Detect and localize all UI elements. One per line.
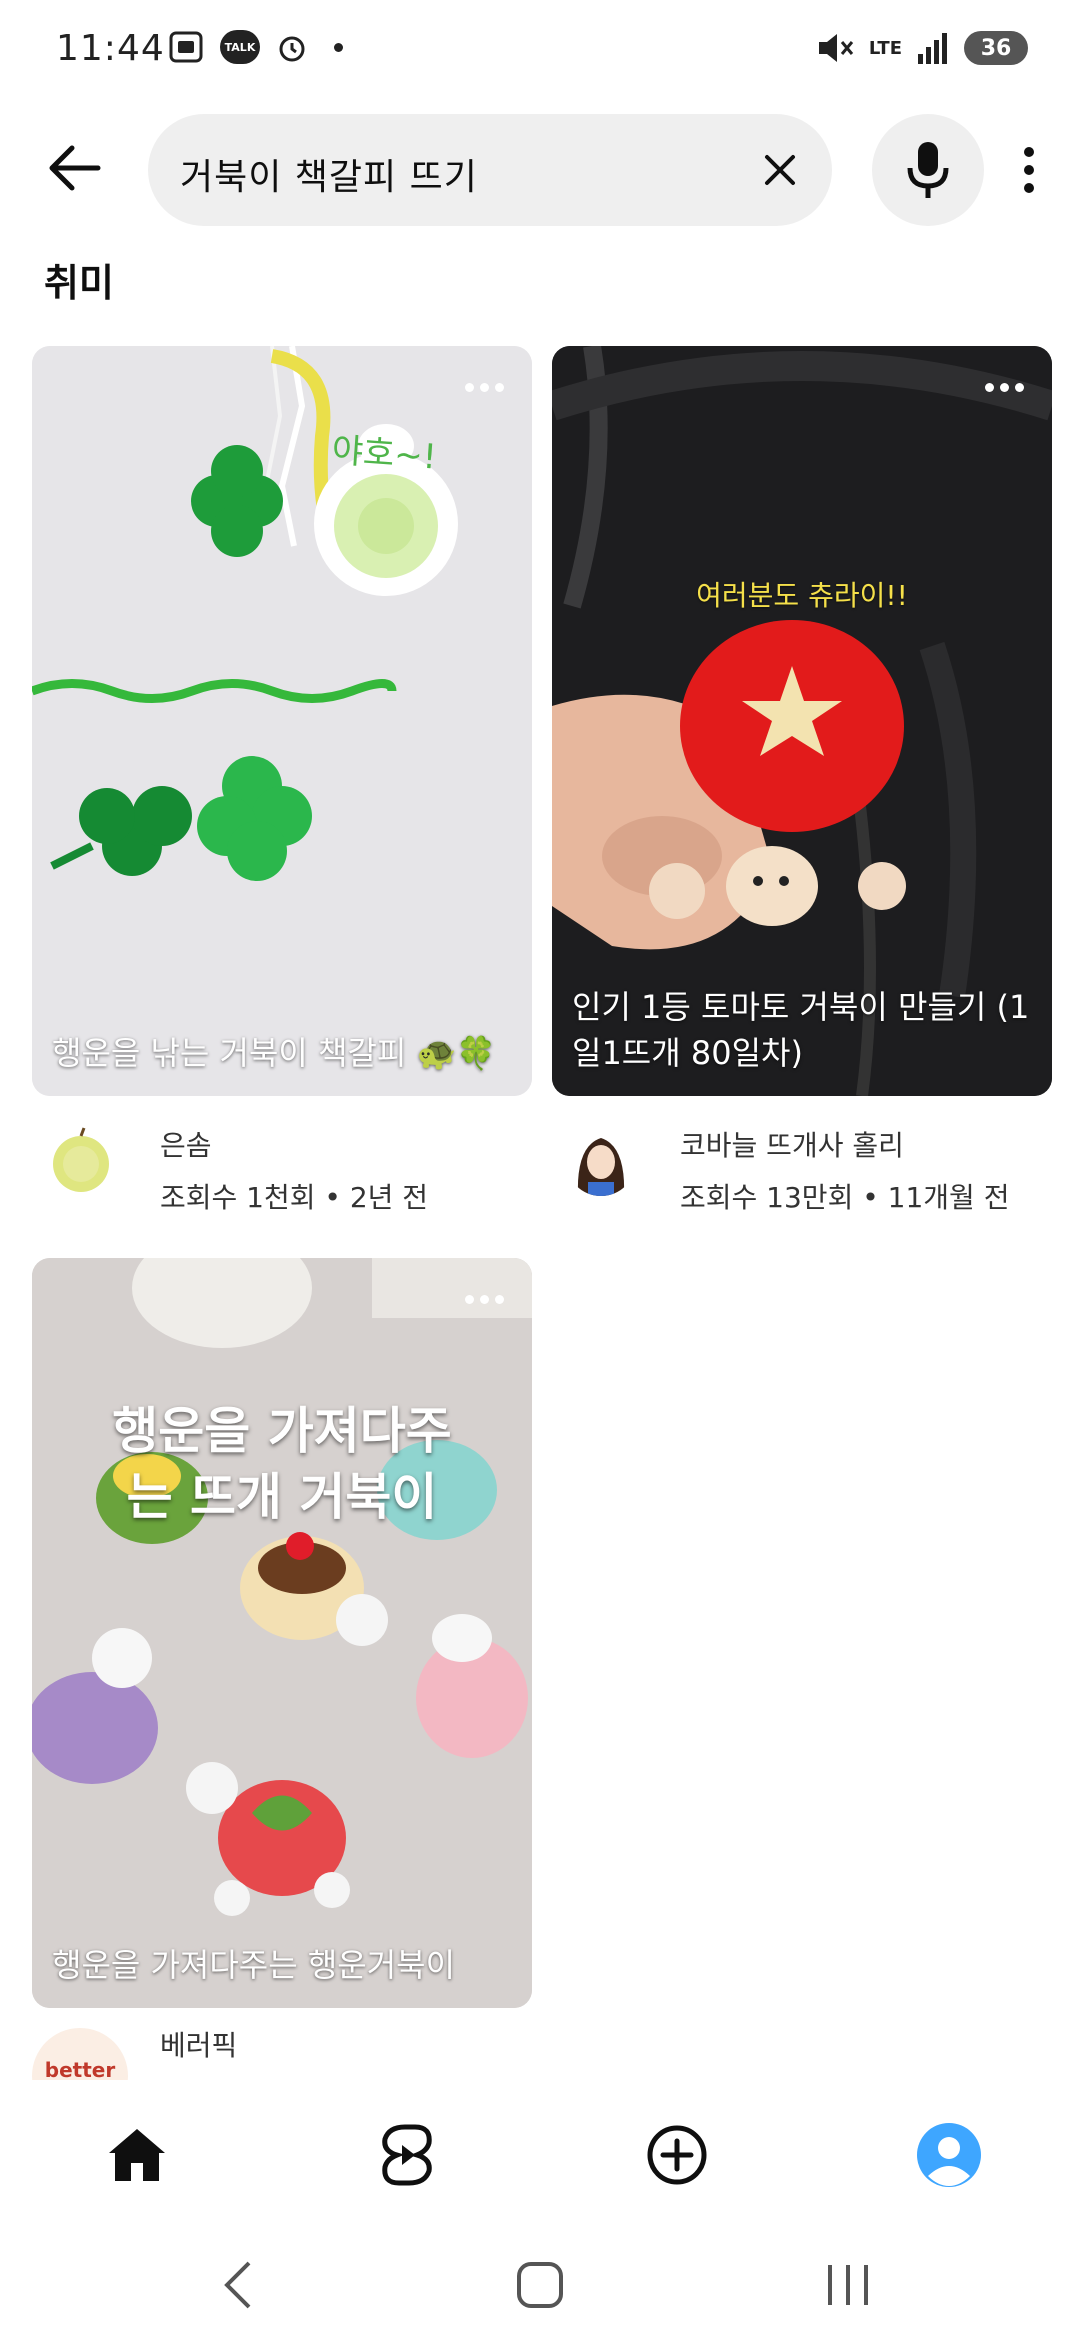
more-icon[interactable] [454, 372, 514, 402]
view-stats: 조회수 1천회 • 2년 전 [160, 1181, 429, 1214]
shorts-icon [382, 2124, 432, 2186]
channel-avatar[interactable] [46, 1126, 116, 1196]
voice-search-button[interactable] [872, 114, 984, 226]
channel-name[interactable]: 베러픽 [160, 2024, 237, 2064]
short-meta: 은솜 조회수 1천회 • 2년 전 [32, 1096, 532, 1216]
search-query: 거북이 책갈피 뜨기 [180, 157, 478, 198]
create-icon [647, 2125, 707, 2185]
nav-shorts[interactable] [362, 2110, 452, 2200]
search-input[interactable]: 거북이 책갈피 뜨기 [148, 114, 832, 226]
system-status-icons: LTE 36 [815, 30, 1028, 66]
image-caption: 야호~! [330, 430, 438, 478]
battery-level: 36 [980, 35, 1012, 61]
microphone-icon [907, 142, 949, 198]
avatar-image [46, 1126, 116, 1196]
channel-name[interactable]: 은솜 [160, 1124, 212, 1164]
system-home-button[interactable] [500, 2252, 580, 2318]
image-caption: 행운을 가져다주는 뜨개 거북이 [112, 1402, 452, 1526]
crochet-turtles-image [32, 1258, 532, 2008]
close-icon [765, 155, 795, 185]
short-thumbnail[interactable]: 여러분도 츄라이!! 인기 1등 토마토 거북이 만들기 (1일1뜨개 80일차… [552, 346, 1052, 1096]
more-icon[interactable] [974, 372, 1034, 402]
home-icon [109, 2129, 165, 2181]
short-card[interactable]: 행운을 가져다주는 뜨개 거북이 행운을 가져다주는 행운거북이 better … [32, 1258, 532, 2088]
status-bar: 11:44 TALK LTE 36 [0, 0, 1080, 100]
notification-icons: TALK [168, 30, 343, 64]
view-stats: 조회수 13만회 • 11개월 전 [680, 1181, 1010, 1214]
section-title: 취미 [44, 261, 114, 305]
crochet-clover-turtle-image [32, 346, 532, 1096]
bottom-navigation [0, 2080, 1080, 2230]
system-navigation-bar [0, 2230, 1080, 2340]
channel-name[interactable]: 코바늘 뜨개사 홀리 [680, 1124, 904, 1164]
image-caption: 여러분도 츄라이!! [696, 579, 908, 612]
gallery-icon [169, 31, 203, 63]
nav-create[interactable] [632, 2110, 722, 2200]
status-time: 11:44 [56, 28, 165, 69]
short-thumbnail[interactable]: 야호~! 행운을 낚는 거북이 책갈피 🐢🍀 [32, 346, 532, 1096]
dot-icon [334, 42, 343, 52]
avatar-image [566, 1126, 636, 1196]
nav-account[interactable] [904, 2110, 994, 2200]
short-card[interactable]: 야호~! 행운을 낚는 거북이 책갈피 🐢🍀 은솜 조회수 1천회 • 2년 전 [32, 346, 532, 1216]
more-options-button[interactable] [1004, 140, 1054, 200]
channel-avatar[interactable] [566, 1126, 636, 1196]
arrow-left-icon [49, 145, 101, 191]
mute-icon [818, 34, 854, 62]
avatar-text: better [44, 2058, 116, 2082]
network-label: LTE [868, 37, 902, 59]
channel-avatar[interactable]: better [32, 2028, 128, 2088]
system-back-button[interactable] [198, 2252, 278, 2318]
talk-label: TALK [224, 40, 256, 54]
short-title: 행운을 낚는 거북이 책갈피 🐢🍀 [52, 1034, 497, 1072]
back-button[interactable] [38, 132, 110, 204]
nav-home[interactable] [92, 2110, 182, 2200]
short-title: 인기 1등 토마토 거북이 만들기 (1일1뜨개 80일차) [572, 988, 1030, 1072]
alarm-icon [279, 36, 305, 62]
more-icon[interactable] [454, 1284, 514, 1314]
talk-icon: TALK [220, 30, 260, 64]
short-thumbnail[interactable]: 행운을 가져다주는 뜨개 거북이 행운을 가져다주는 행운거북이 [32, 1258, 532, 2008]
clear-search-button[interactable] [750, 140, 810, 200]
short-meta: better 베러픽 [32, 2008, 532, 2088]
home-square-icon [517, 2262, 563, 2308]
short-card[interactable]: 여러분도 츄라이!! 인기 1등 토마토 거북이 만들기 (1일1뜨개 80일차… [552, 346, 1052, 1216]
chevron-left-icon [224, 2261, 251, 2309]
more-vert-icon [1024, 147, 1034, 193]
search-header: 거북이 책갈피 뜨기 [0, 110, 1080, 230]
system-recents-button[interactable] [808, 2252, 888, 2318]
signal-icon [918, 33, 947, 64]
short-title: 행운을 가져다주는 행운거북이 [52, 1946, 456, 1984]
battery-icon: 36 [964, 31, 1028, 65]
short-meta: 코바늘 뜨개사 홀리 조회수 13만회 • 11개월 전 [552, 1096, 1052, 1216]
recents-icon [828, 2265, 868, 2305]
account-icon [917, 2123, 981, 2187]
